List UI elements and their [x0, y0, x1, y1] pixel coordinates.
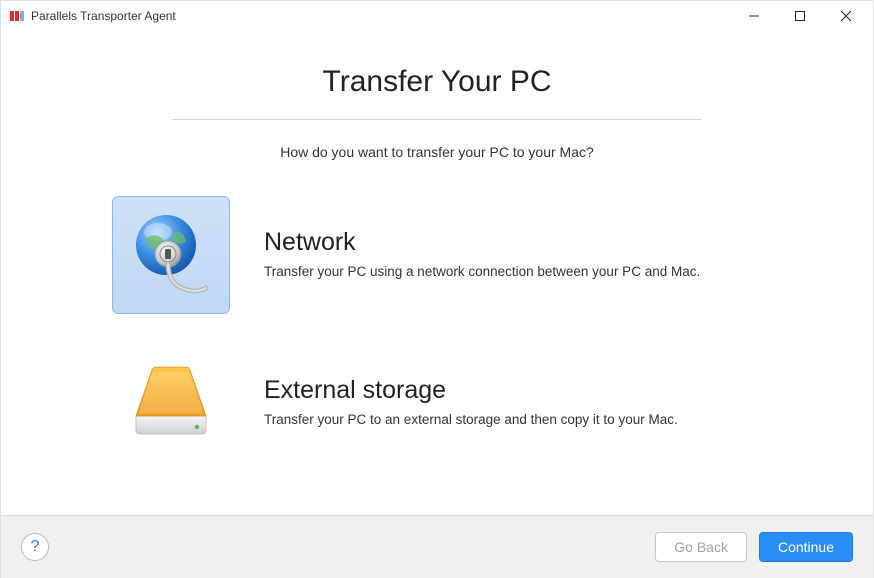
options-list: Network Transfer your PC using a network…	[112, 196, 762, 462]
maximize-button[interactable]	[777, 1, 823, 31]
minimize-button[interactable]	[731, 1, 777, 31]
titlebar: Parallels Transporter Agent	[1, 1, 873, 31]
help-button[interactable]: ?	[21, 533, 49, 561]
option-external-title: External storage	[264, 376, 762, 405]
page-title: Transfer Your PC	[323, 65, 552, 99]
page-subtitle: How do you want to transfer your PC to y…	[280, 144, 594, 160]
content-area: Transfer Your PC How do you want to tran…	[1, 31, 873, 515]
option-external-storage[interactable]: External storage Transfer your PC to an …	[112, 344, 762, 462]
external-storage-icon	[112, 344, 230, 462]
close-button[interactable]	[823, 1, 869, 31]
continue-button[interactable]: Continue	[759, 532, 853, 562]
window-title: Parallels Transporter Agent	[31, 9, 731, 23]
app-icon	[9, 8, 25, 24]
network-icon	[112, 196, 230, 314]
option-external-desc: Transfer your PC to an external storage …	[264, 411, 762, 430]
footer-bar: ? Go Back Continue	[1, 515, 873, 578]
option-network-text: Network Transfer your PC using a network…	[264, 228, 762, 282]
divider	[172, 119, 702, 120]
option-external-text: External storage Transfer your PC to an …	[264, 376, 762, 430]
option-network-desc: Transfer your PC using a network connect…	[264, 263, 762, 282]
go-back-button[interactable]: Go Back	[655, 532, 747, 562]
option-network-title: Network	[264, 228, 762, 257]
window-controls	[731, 1, 869, 31]
option-network[interactable]: Network Transfer your PC using a network…	[112, 196, 762, 314]
